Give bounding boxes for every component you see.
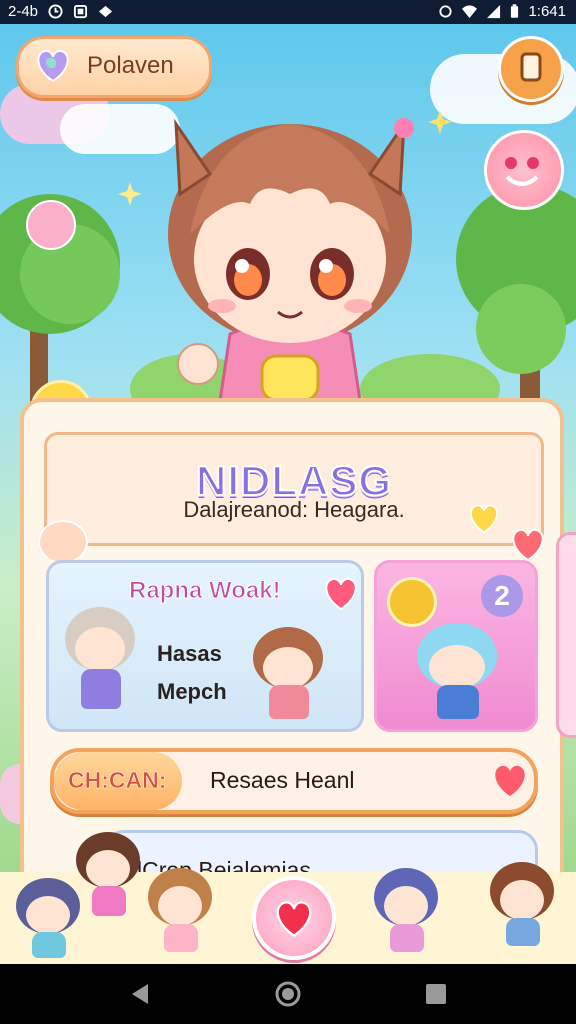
status-time: 1:641 [528,3,566,20]
reward-card[interactable]: 2 [374,560,538,732]
action-bar-text: Resaes Heanl [210,767,355,793]
heart-icon [325,577,357,611]
action-bar[interactable]: CH:CAN: Resaes Heanl [50,748,538,814]
recents-icon[interactable] [424,982,448,1006]
system-nav-bar [0,964,576,1024]
chibi-character [249,627,329,723]
chibi-character [61,607,141,717]
back-icon[interactable] [128,982,152,1006]
wifi-icon [462,5,478,19]
pink-balloon-icon [26,200,76,250]
friend-card-line2: Mepch [157,679,227,704]
main-character[interactable] [150,84,430,424]
heart-icon [37,49,69,83]
love-button[interactable] [252,876,336,960]
friend-card[interactable]: Rapna Woak! Hasas Mepch [46,560,364,732]
action-bar-label: CH:CAN: [68,767,167,794]
star-icon [428,110,452,134]
coin-icon [387,577,437,627]
menu-icon [520,52,542,82]
friend-card-title: Rapna Woak! [129,577,282,605]
status-left-text: 2-4b [8,3,39,20]
heart-icon [495,765,525,796]
cloud-icon [98,5,113,18]
heart-icon [276,901,312,937]
smiley-bubble-icon [38,520,88,564]
chibi-character[interactable] [372,868,442,958]
chibi-character[interactable] [146,868,216,958]
friend-card-line1: Hasas [157,641,222,666]
signal-icon [487,4,501,19]
chibi-character[interactable] [74,832,144,922]
profile-button-label: Polaven [87,52,174,79]
battery-icon [511,4,519,18]
game-scene: Polaven NIDLASG Dalajreanod: Heagara. Ra… [0,24,576,964]
heart-icon [512,528,544,562]
status-bar: 2-4b 1:641 [0,0,576,24]
heart-icon [470,504,498,534]
chibi-character [413,623,503,723]
smiley-bubble-icon [484,130,564,210]
star-icon [118,182,142,206]
alarm-icon [439,5,453,18]
clock-icon [48,4,63,19]
image-icon [73,4,88,19]
side-panel-edge[interactable] [556,532,576,738]
menu-button[interactable] [498,36,564,102]
home-icon[interactable] [274,980,302,1008]
reward-count-badge: 2 [481,575,523,617]
chibi-character[interactable] [488,862,558,952]
tree-decoration [476,284,566,374]
